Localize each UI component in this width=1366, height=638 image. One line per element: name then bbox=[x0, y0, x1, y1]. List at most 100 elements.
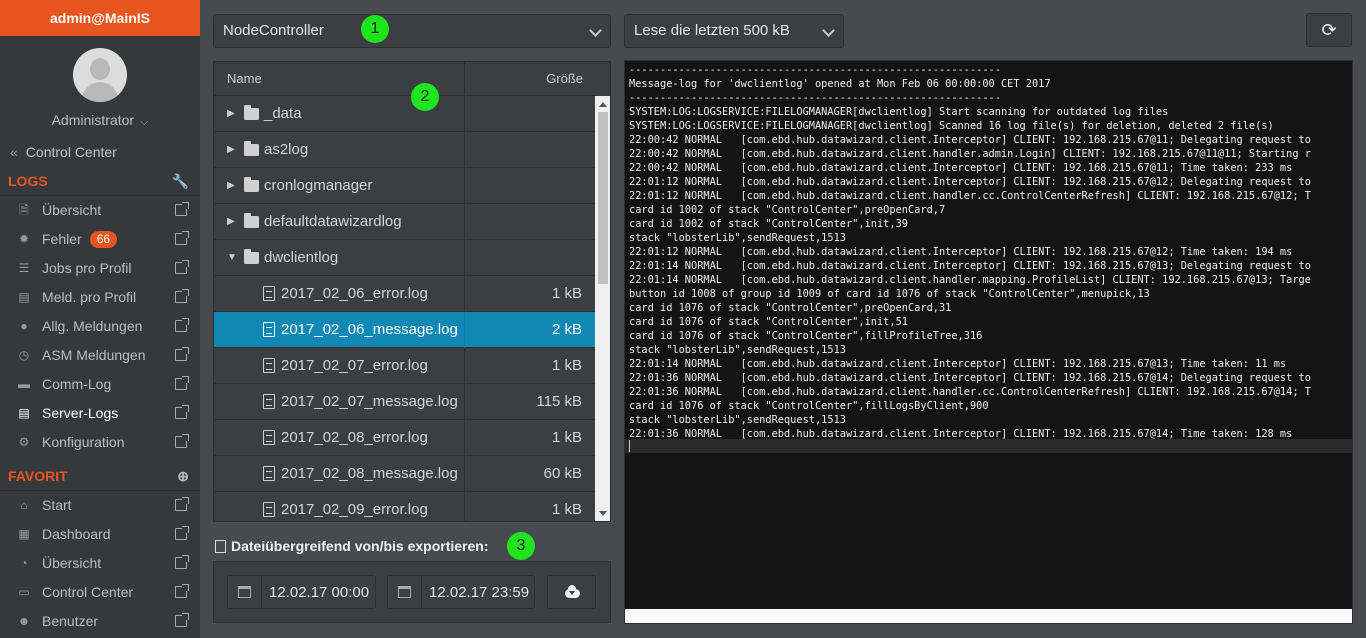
wrench-icon[interactable]: 🔧 bbox=[172, 166, 189, 196]
log-cursor-line bbox=[625, 439, 1352, 453]
favorit-item[interactable]: ▭ Control Center bbox=[0, 578, 200, 607]
add-circle-icon[interactable]: ⊕ bbox=[177, 461, 189, 491]
external-link-icon[interactable] bbox=[175, 376, 189, 390]
file-row[interactable]: 2017_02_09_error.log 1 kB bbox=[214, 492, 595, 521]
file-text-icon bbox=[263, 502, 275, 517]
external-link-icon[interactable] bbox=[175, 497, 189, 511]
logs-item[interactable]: ◷ ASM Meldungen bbox=[0, 341, 200, 370]
clock-icon: ◷ bbox=[18, 348, 30, 362]
external-link-icon[interactable] bbox=[175, 289, 189, 303]
favorit-item-label: Dashboard bbox=[42, 526, 111, 542]
logs-item[interactable]: ▤ Meld. pro Profil bbox=[0, 283, 200, 312]
folder-row[interactable]: ▶ _data bbox=[214, 96, 595, 132]
folder-row[interactable]: ▶ as2log bbox=[214, 132, 595, 168]
favorit-item[interactable]: ▦ Dashboard bbox=[0, 520, 200, 549]
external-link-icon[interactable] bbox=[175, 347, 189, 361]
file-row[interactable]: 2017_02_08_error.log 1 kB bbox=[214, 420, 595, 456]
external-link-icon[interactable] bbox=[175, 526, 189, 540]
caret-right-icon[interactable]: ▶ bbox=[227, 168, 235, 204]
log-line: stack "lobsterLib",sendRequest,1513 bbox=[629, 344, 846, 356]
file-row[interactable]: 2017_02_07_error.log 1 kB bbox=[214, 348, 595, 384]
external-link-icon[interactable] bbox=[175, 434, 189, 448]
file-row[interactable]: 2017_02_06_message.log 2 kB bbox=[214, 312, 595, 348]
favorit-item[interactable]: ◔ Übersicht bbox=[0, 549, 200, 578]
log-line: card id 1076 of stack "ControlCenter",in… bbox=[629, 316, 908, 328]
user-name[interactable]: admin@MainIS bbox=[0, 0, 200, 36]
log-line: 22:01:12 NORMAL [com.ebd.hub.datawizard.… bbox=[629, 246, 1293, 258]
log-line: button id 1008 of group id 1009 of card … bbox=[629, 288, 1150, 300]
scrollbar-thumb[interactable] bbox=[598, 112, 608, 284]
log-line: 22:01:12 NORMAL [com.ebd.hub.datawizard.… bbox=[629, 176, 1311, 188]
external-link-icon[interactable] bbox=[175, 613, 189, 627]
log-line: stack "lobsterLib",sendRequest,1513 bbox=[629, 414, 846, 426]
control-center-label: Control Center bbox=[25, 144, 117, 160]
logs-item-label: Server-Logs bbox=[42, 405, 119, 421]
folder-row[interactable]: ▶ cronlogmanager bbox=[214, 168, 595, 204]
to-datetime-input[interactable] bbox=[429, 576, 534, 608]
globe-icon: ● bbox=[20, 319, 28, 333]
download-export-button[interactable] bbox=[547, 575, 596, 609]
calendar-icon[interactable] bbox=[388, 576, 422, 608]
folder-icon bbox=[244, 177, 259, 192]
caret-down-icon[interactable]: ▼ bbox=[227, 240, 237, 276]
external-link-icon[interactable] bbox=[175, 555, 189, 569]
external-link-icon[interactable] bbox=[175, 202, 189, 216]
node-select[interactable]: NodeController bbox=[213, 14, 611, 48]
scroll-up-icon[interactable] bbox=[599, 102, 607, 107]
section-favorit: FAVORIT ⊕ bbox=[0, 461, 200, 491]
log-line: 22:01:14 NORMAL [com.ebd.hub.datawizard.… bbox=[629, 260, 1311, 272]
log-line: 22:01:14 NORMAL [com.ebd.hub.datawizard.… bbox=[629, 358, 1287, 370]
favorit-item[interactable]: ☻ Benutzer bbox=[0, 607, 200, 636]
favorit-item-label: Benutzer bbox=[42, 613, 99, 629]
log-line: SYSTEM:LOG:LOGSERVICE:FILELOGMANAGER[dwc… bbox=[629, 106, 1169, 118]
file-name: 2017_02_07_error.log bbox=[281, 357, 428, 374]
error-count-badge: 66 bbox=[89, 231, 118, 248]
folder-row[interactable]: ▼ dwclientlog bbox=[214, 240, 595, 276]
log-horizontal-scrollbar[interactable] bbox=[625, 609, 1352, 623]
caret-right-icon[interactable]: ▶ bbox=[227, 132, 235, 168]
favorit-item[interactable]: ⌂ Start bbox=[0, 491, 200, 520]
log-line: SYSTEM:LOG:LOGSERVICE:FILELOGMANAGER[dwc… bbox=[629, 120, 1274, 132]
logs-item[interactable]: ⚙ Konfiguration bbox=[0, 428, 200, 457]
file-text-icon bbox=[263, 466, 275, 481]
scroll-down-icon[interactable] bbox=[599, 511, 607, 516]
sidebar: admin@MainIS Administrator ⌵ « Control Cen… bbox=[0, 0, 200, 638]
calendar-icon[interactable] bbox=[228, 576, 262, 608]
external-link-icon[interactable] bbox=[175, 260, 189, 274]
log-line: 22:00:42 NORMAL [com.ebd.hub.datawizard.… bbox=[629, 134, 1311, 146]
logs-item[interactable]: ▬ Comm-Log bbox=[0, 370, 200, 399]
node-select-value: NodeController bbox=[223, 22, 324, 39]
logs-item[interactable]: ● Allg. Meldungen bbox=[0, 312, 200, 341]
column-size-header[interactable]: Größe bbox=[546, 62, 583, 96]
refresh-button[interactable]: ⟳ bbox=[1306, 13, 1352, 47]
external-link-icon[interactable] bbox=[175, 584, 189, 598]
caret-right-icon[interactable]: ▶ bbox=[227, 204, 235, 240]
external-link-icon[interactable] bbox=[175, 318, 189, 332]
to-datetime-field[interactable] bbox=[387, 575, 535, 609]
from-datetime-field[interactable] bbox=[227, 575, 376, 609]
column-name-header[interactable]: Name bbox=[227, 62, 262, 96]
folder-row[interactable]: ▶ defaultdatawizardlog bbox=[214, 204, 595, 240]
control-center-link[interactable]: « Control Center bbox=[0, 138, 200, 166]
logs-item-label: Übersicht bbox=[42, 202, 102, 218]
read-size-select[interactable]: Lese die letzten 500 kB bbox=[624, 14, 844, 48]
role-dropdown[interactable]: Administrator ⌵ bbox=[0, 112, 200, 132]
log-viewer[interactable]: ----------------------------------------… bbox=[624, 60, 1353, 624]
logs-item[interactable]: 🗎 Übersicht bbox=[0, 196, 200, 225]
logs-item[interactable]: ▤ Server-Logs bbox=[0, 399, 200, 428]
file-row[interactable]: 2017_02_06_error.log 1 kB bbox=[214, 276, 595, 312]
log-line: 22:01:12 NORMAL [com.ebd.hub.datawizard.… bbox=[629, 190, 1311, 202]
cogs-icon: ⚙ bbox=[18, 435, 30, 449]
file-name: 2017_02_06_message.log bbox=[281, 321, 458, 338]
pie-icon: ◔ bbox=[20, 556, 28, 570]
logs-item[interactable]: ✹ Fehler 66 bbox=[0, 225, 200, 254]
log-line: 22:01:36 NORMAL [com.ebd.hub.datawizard.… bbox=[629, 386, 1311, 398]
file-row[interactable]: 2017_02_08_message.log 60 kB bbox=[214, 456, 595, 492]
external-link-icon[interactable] bbox=[175, 231, 189, 245]
caret-right-icon[interactable]: ▶ bbox=[227, 96, 235, 132]
file-table-scrollbar[interactable] bbox=[595, 96, 610, 521]
logs-item[interactable]: ☰ Jobs pro Profil bbox=[0, 254, 200, 283]
from-datetime-input[interactable] bbox=[269, 576, 374, 608]
file-row[interactable]: 2017_02_07_message.log 115 kB bbox=[214, 384, 595, 420]
external-link-icon[interactable] bbox=[175, 405, 189, 419]
